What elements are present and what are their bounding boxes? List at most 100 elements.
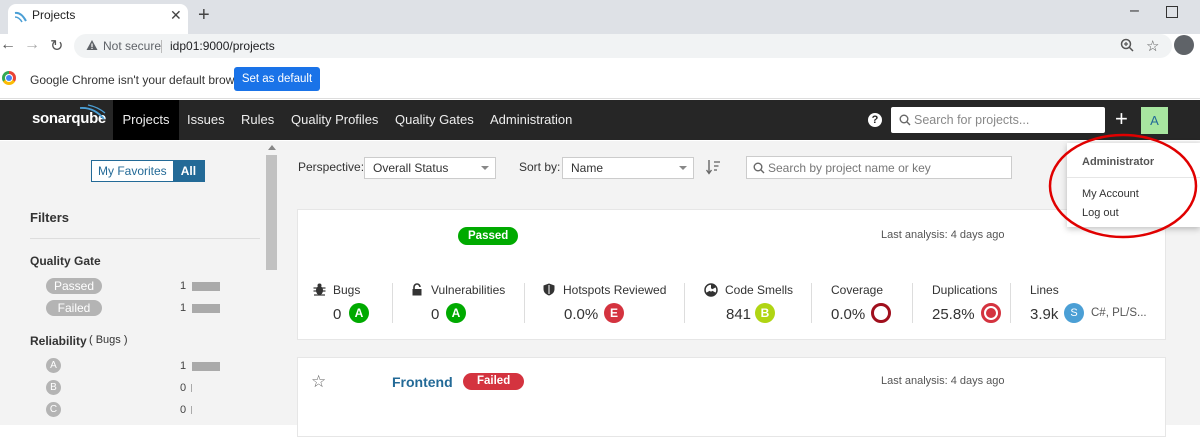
warning-icon[interactable] [86,39,98,51]
sonarqube-logo-arc-icon [78,104,106,122]
chevron-down-icon [679,166,687,170]
size-rating-badge: S [1064,303,1084,323]
duplications-label: Duplications [932,283,998,297]
all-projects-button[interactable]: All [172,161,205,181]
measure-divider [811,283,812,323]
coverage-value[interactable]: 0.0% [831,306,865,323]
facet-rating-a[interactable]: A [46,358,61,373]
create-plus-icon[interactable]: + [1115,106,1128,132]
measure-divider [392,283,393,323]
nav-rules[interactable]: Rules [233,100,282,140]
coverage-ring-icon [871,303,891,323]
filters-title: Filters [30,210,70,225]
bookmark-star-icon[interactable]: ☆ [1146,37,1159,55]
sonarqube-favicon-icon [14,9,28,23]
sort-value: Name [571,161,604,175]
vulnerabilities-value[interactable]: 0 [431,306,439,323]
user-avatar[interactable]: A [1141,107,1168,134]
facet-passed-bar [192,282,220,291]
search-icon [899,114,911,126]
facet-passed-count: 1 [180,280,187,292]
perspective-value: Overall Status [373,161,449,175]
facet-failed[interactable]: Failed [46,300,102,316]
quality-gate-status-badge: Passed [458,227,519,245]
nav-quality-profiles[interactable]: Quality Profiles [283,100,386,140]
measure-divider [1010,283,1011,323]
sort-direction-icon[interactable] [706,159,722,175]
help-icon[interactable]: ? [868,113,882,127]
sort-label: Sort by: [519,160,561,174]
lines-value[interactable]: 3.9k [1030,306,1058,323]
reliability-facet-subtitle: ( Bugs ) [89,334,128,346]
nav-quality-gates[interactable]: Quality Gates [387,100,482,140]
tab-title: Projects [32,8,76,22]
filters-sidebar [0,141,280,425]
url-text[interactable]: idp01:9000/projects [170,39,275,53]
chrome-logo-icon [2,71,16,85]
measure-divider [912,283,913,323]
facet-rating-b-bar [191,384,192,392]
facet-rating-c-bar [191,406,192,414]
bugs-label: Bugs [333,283,361,297]
measure-divider [684,283,685,323]
last-analysis-date: Last analysis: 4 days ago [881,229,1005,241]
sort-select[interactable]: Name [562,157,694,179]
hotspots-rating[interactable]: E [604,303,624,323]
code-smells-label: Code Smells [725,283,794,297]
bugs-value[interactable]: 0 [333,306,341,323]
facet-failed-count: 1 [180,302,187,314]
facet-rating-b[interactable]: B [46,380,61,395]
measure-divider [524,283,525,323]
code-smells-value[interactable]: 841 [726,306,751,323]
hotspots-reviewed-value[interactable]: 0.0% [564,306,598,323]
bugs-rating[interactable]: A [349,303,369,323]
zoom-icon[interactable] [1120,38,1134,52]
back-icon[interactable]: ← [0,36,16,54]
bug-icon [313,283,326,296]
nav-projects[interactable]: Projects [113,100,179,140]
quality-gate-status-badge: Failed [463,373,525,390]
quality-gate-facet-title: Quality Gate [30,254,101,268]
lock-icon [411,283,423,296]
chevron-down-icon [481,166,489,170]
facet-rating-a-bar [192,362,220,371]
not-secure-label[interactable]: Not secure [103,39,161,53]
lines-label: Lines [1030,283,1059,297]
scroll-up-arrow-icon[interactable] [268,145,276,150]
new-tab-icon[interactable]: + [198,4,210,27]
vulnerabilities-rating[interactable]: A [446,303,466,323]
my-favorites-button[interactable]: My Favorites [92,161,173,181]
hotspots-reviewed-label: Hotspots Reviewed [563,283,667,297]
duplications-bubble-icon [981,303,1001,323]
code-smell-icon [704,283,718,297]
facet-rating-b-count: 0 [180,382,187,394]
nav-issues[interactable]: Issues [179,100,233,140]
tab-close-icon[interactable]: ✕ [170,7,182,24]
facet-rating-c[interactable]: C [46,402,61,417]
infobar-message: Google Chrome isn't your default browser [30,73,252,87]
facet-passed[interactable]: Passed [46,278,102,294]
search-icon [753,162,765,174]
facet-rating-c-count: 0 [180,404,187,416]
perspective-label: Perspective: [298,160,365,174]
global-search-input[interactable] [914,108,1099,132]
shield-icon [543,283,555,296]
window-restore-icon[interactable] [1166,6,1178,18]
perspective-select[interactable]: Overall Status [364,157,496,179]
set-as-default-button[interactable]: Set as default [234,67,320,91]
favorite-star-icon[interactable]: ☆ [311,372,326,392]
sidebar-scrollbar[interactable] [266,155,277,270]
omnibox-divider [161,40,162,53]
code-smells-rating[interactable]: B [755,303,775,323]
project-search-input[interactable] [768,157,1008,178]
forward-icon[interactable]: → [24,36,40,54]
coverage-label: Coverage [831,283,884,297]
window-minimize-icon[interactable]: – [1130,2,1139,20]
reload-icon[interactable]: ↻ [50,36,63,56]
project-name-link[interactable]: Frontend [392,374,453,390]
languages-list: C#, PL/S... [1091,307,1147,319]
browser-profile-icon[interactable] [1174,35,1194,55]
nav-administration[interactable]: Administration [482,100,580,140]
duplications-value[interactable]: 25.8% [932,306,975,323]
facet-rating-a-count: 1 [180,360,187,372]
